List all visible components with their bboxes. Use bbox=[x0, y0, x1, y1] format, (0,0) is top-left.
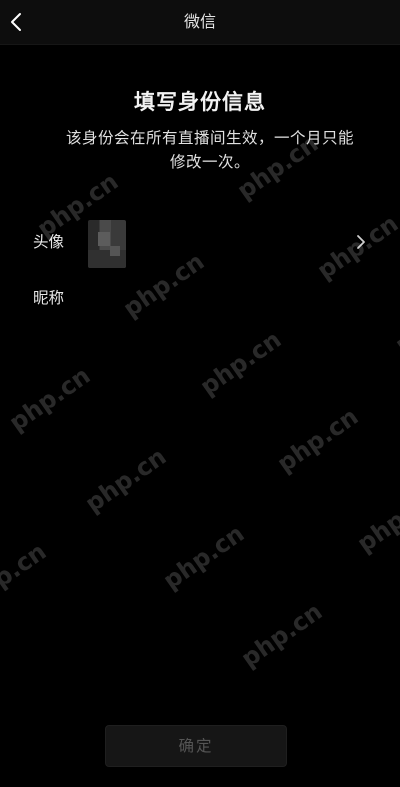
watermark: php.cn bbox=[236, 597, 328, 673]
watermark: php.cn bbox=[0, 537, 52, 613]
avatar-row[interactable]: 头像 bbox=[0, 216, 400, 272]
description-text: 该身份会在所有直播间生效，一个月只能修改一次。 bbox=[65, 129, 354, 171]
watermark: php.cn bbox=[352, 482, 400, 558]
nickname-label: 昵称 bbox=[33, 289, 65, 307]
avatar[interactable] bbox=[88, 220, 126, 268]
watermark: php.cn bbox=[272, 402, 364, 478]
page-title: 填写身份信息 bbox=[134, 90, 266, 114]
chevron-right-icon bbox=[357, 235, 365, 249]
watermark: php.cn bbox=[195, 325, 287, 401]
watermark: php.cn bbox=[80, 442, 172, 518]
navigation-bar: 微信 bbox=[0, 0, 400, 45]
nickname-row[interactable]: 昵称 bbox=[0, 282, 400, 318]
nav-title: 微信 bbox=[183, 12, 216, 31]
avatar-label: 头像 bbox=[33, 233, 65, 251]
confirm-button[interactable]: 确定 bbox=[105, 725, 287, 767]
watermark: php.cn bbox=[158, 519, 250, 595]
watermark: php.cn bbox=[4, 361, 96, 437]
